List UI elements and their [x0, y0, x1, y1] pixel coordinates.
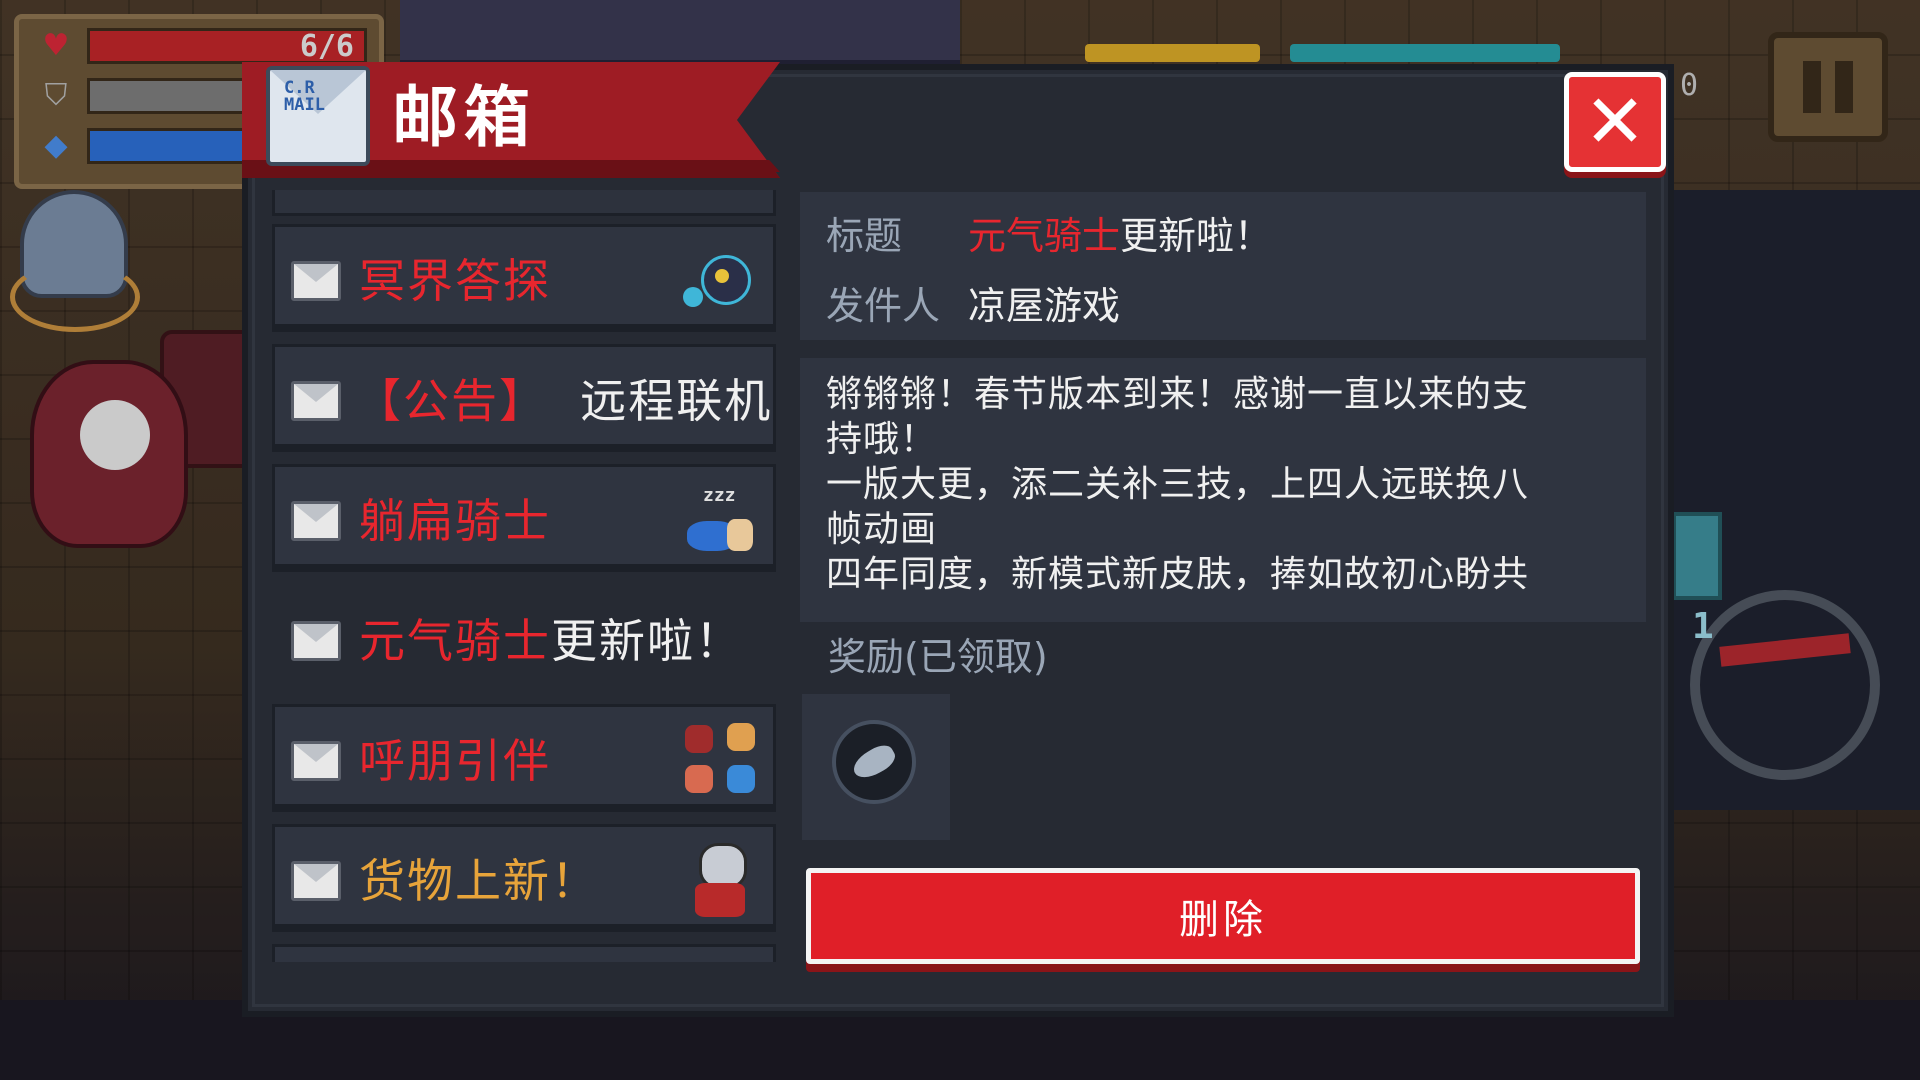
- friends-thumb-icon: [681, 721, 761, 799]
- merchant-thumb-icon: [681, 841, 761, 919]
- mail-item-label: 呼朋引伴: [359, 734, 551, 788]
- dialog-title: 邮箱: [392, 79, 536, 156]
- close-button[interactable]: ✕: [1564, 72, 1666, 172]
- mail-item-label: 【公告】 远程联机: [355, 374, 773, 428]
- body-line: 帧动画: [826, 509, 938, 550]
- mail-icon: C.R MAIL: [266, 66, 370, 166]
- mail-item[interactable]: 货物上新！: [272, 824, 776, 932]
- mail-item[interactable]: [272, 944, 776, 962]
- mail-item-label: 躺扁骑士: [359, 494, 551, 548]
- mail-item[interactable]: 呼朋引伴: [272, 704, 776, 812]
- mail-body-text: 锵锵锵！春节版本到来！感谢一直以来的支 持哦！ 一版大更，添二关补三技，上四人远…: [826, 372, 1626, 597]
- envelope-icon: [291, 621, 341, 661]
- mail-body[interactable]: 锵锵锵！春节版本到来！感谢一直以来的支 持哦！ 一版大更，添二关补三技，上四人远…: [800, 358, 1646, 622]
- envelope-icon: [291, 861, 341, 901]
- mail-list[interactable]: 冥界答探 【公告】 远程联机 躺扁骑士 zzz 元气骑士更新啦！ 呼朋引伴 货物…: [272, 190, 776, 962]
- list-scroll-edge: [272, 190, 776, 216]
- body-line: 锵锵锵！春节版本到来！感谢一直以来的支: [826, 374, 1530, 415]
- sleeping-knight-thumb-icon: zzz: [681, 481, 761, 559]
- mail-item-label: 冥界答探: [359, 254, 551, 308]
- envelope-icon: [291, 381, 341, 421]
- body-line: 持哦！: [826, 419, 938, 460]
- mail-item-selected[interactable]: 元气骑士更新啦！: [272, 584, 776, 692]
- subject-label: 标题: [826, 214, 903, 258]
- sender-value: 凉屋游戏: [968, 284, 1121, 328]
- reward-slot[interactable]: [802, 694, 950, 840]
- mail-item[interactable]: 冥界答探: [272, 224, 776, 332]
- reward-label: 奖励(已领取): [828, 635, 1048, 679]
- mail-header: 标题 元气骑士更新啦！ 发件人 凉屋游戏: [800, 192, 1646, 340]
- delete-button[interactable]: 删除: [806, 868, 1640, 964]
- subject-value: 元气骑士更新啦！: [968, 214, 1273, 258]
- envelope-icon: [291, 501, 341, 541]
- sender-label: 发件人: [826, 284, 941, 328]
- fish-icon: [848, 740, 900, 784]
- close-icon: ✕: [1583, 79, 1646, 165]
- envelope-icon: [291, 261, 341, 301]
- mail-item-label: 货物上新！: [359, 854, 599, 908]
- mail-item-label: 元气骑士更新啦！: [359, 614, 743, 668]
- body-line: 一版大更，添二关补三技，上四人远联换八: [826, 464, 1530, 505]
- mail-item[interactable]: 【公告】 远程联机: [272, 344, 776, 452]
- body-line: 四年同度，新模式新皮肤，捧如故初心盼共: [826, 554, 1530, 595]
- mail-item[interactable]: 躺扁骑士 zzz: [272, 464, 776, 572]
- ghost-robot-thumb-icon: [681, 241, 761, 319]
- mail-icon-text: C.R MAIL: [284, 78, 325, 115]
- envelope-icon: [291, 741, 341, 781]
- reward-item: [832, 720, 916, 804]
